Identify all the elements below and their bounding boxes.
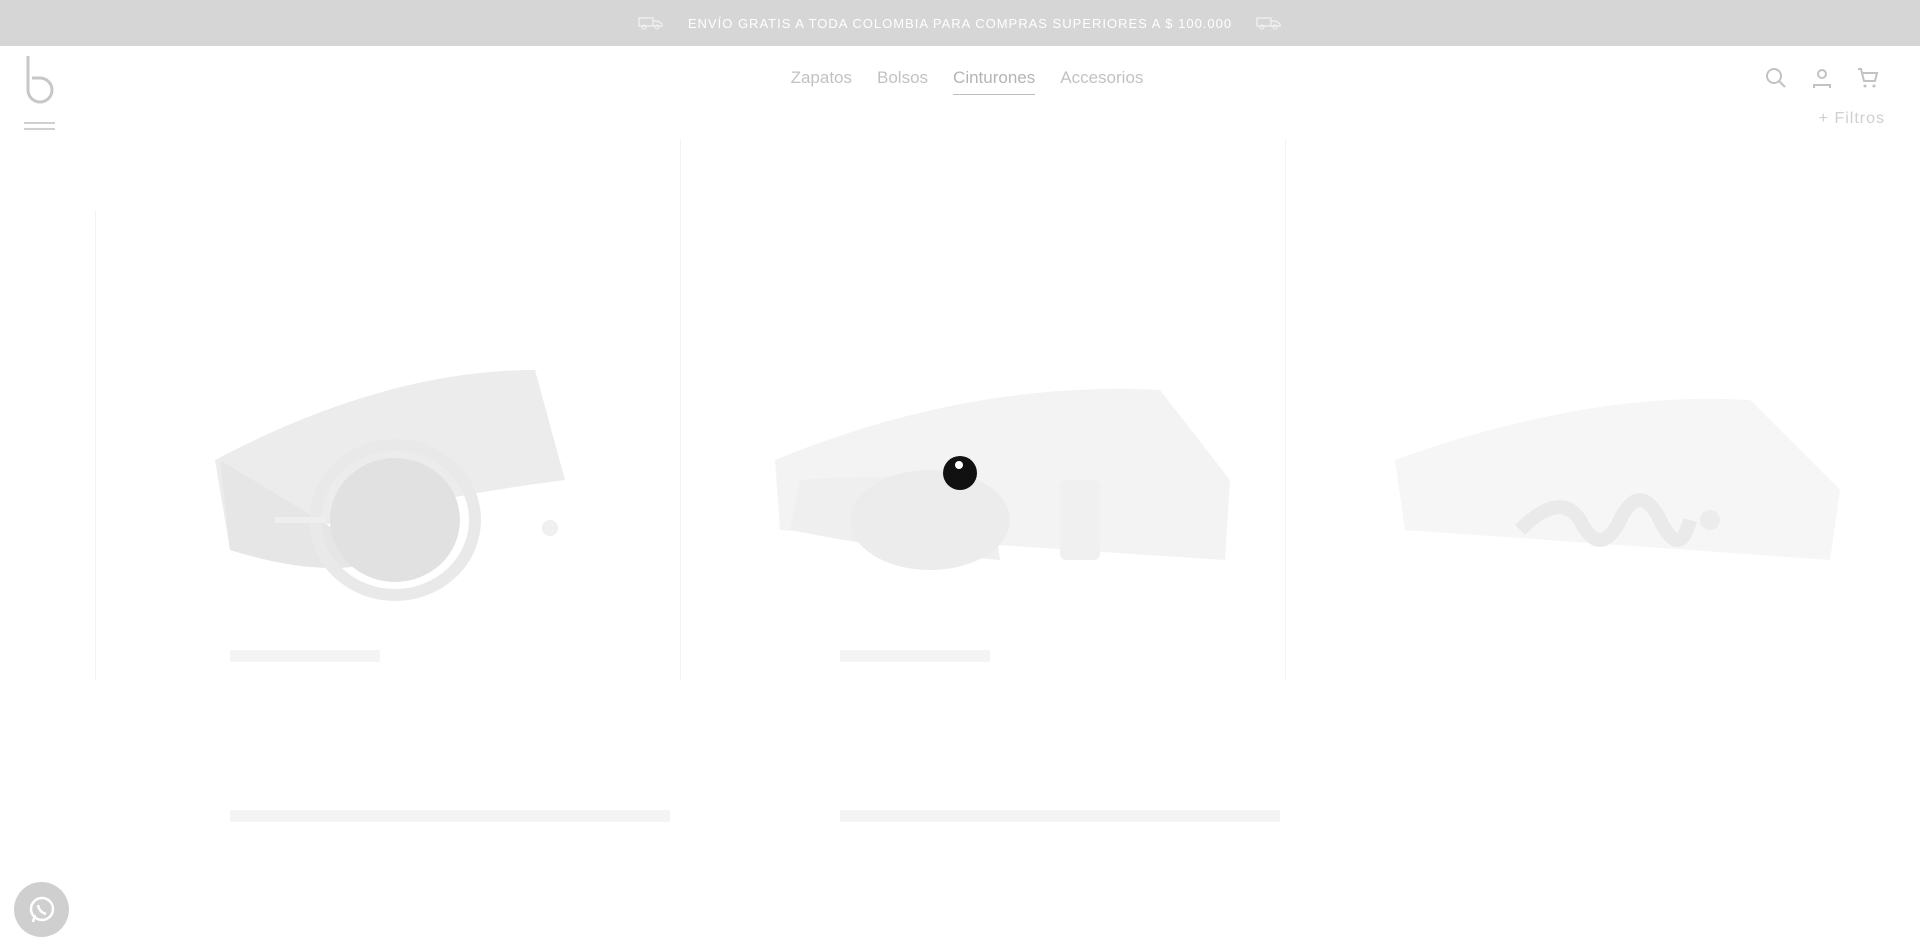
nav-item-zapatos[interactable]: Zapatos (791, 68, 852, 95)
header-icons (1764, 66, 1880, 90)
product-name-placeholder (840, 650, 990, 662)
product-card[interactable] (1390, 390, 1850, 610)
loading-spinner (943, 456, 977, 490)
menu-line (24, 128, 55, 130)
grid-divider (680, 140, 681, 680)
belt-image (775, 388, 1230, 570)
nav-item-bolsos[interactable]: Bolsos (877, 68, 928, 95)
belt-image (215, 370, 565, 601)
product-card[interactable] (770, 380, 1240, 610)
grid-divider (95, 210, 96, 680)
product-name-placeholder (230, 810, 670, 822)
belt-image (1395, 398, 1840, 560)
promo-bar: ENVÍO GRATIS A TODA COLOMBIA PARA COMPRA… (0, 0, 1920, 46)
nav-item-accesorios[interactable]: Accesorios (1060, 68, 1143, 95)
whatsapp-icon (29, 896, 54, 922)
truck-icon (638, 17, 663, 30)
product-card[interactable] (205, 360, 575, 610)
cart-icon[interactable] (1856, 66, 1880, 90)
user-icon[interactable] (1810, 66, 1834, 90)
truck-icon (1256, 17, 1281, 30)
promo-text: ENVÍO GRATIS A TODA COLOMBIA PARA COMPRA… (687, 15, 1233, 31)
main-nav: Zapatos Bolsos Cinturones Accesorios (0, 68, 1920, 95)
search-icon[interactable] (1764, 66, 1788, 90)
nav-item-cinturones[interactable]: Cinturones (953, 68, 1036, 95)
whatsapp-button[interactable] (14, 882, 69, 937)
menu-line (24, 122, 55, 124)
menu-button[interactable] (24, 122, 55, 136)
product-name-placeholder (840, 810, 1280, 822)
product-name-placeholder (230, 650, 380, 662)
filters-button[interactable]: + Filtros (1819, 110, 1885, 128)
grid-divider (1285, 140, 1286, 680)
